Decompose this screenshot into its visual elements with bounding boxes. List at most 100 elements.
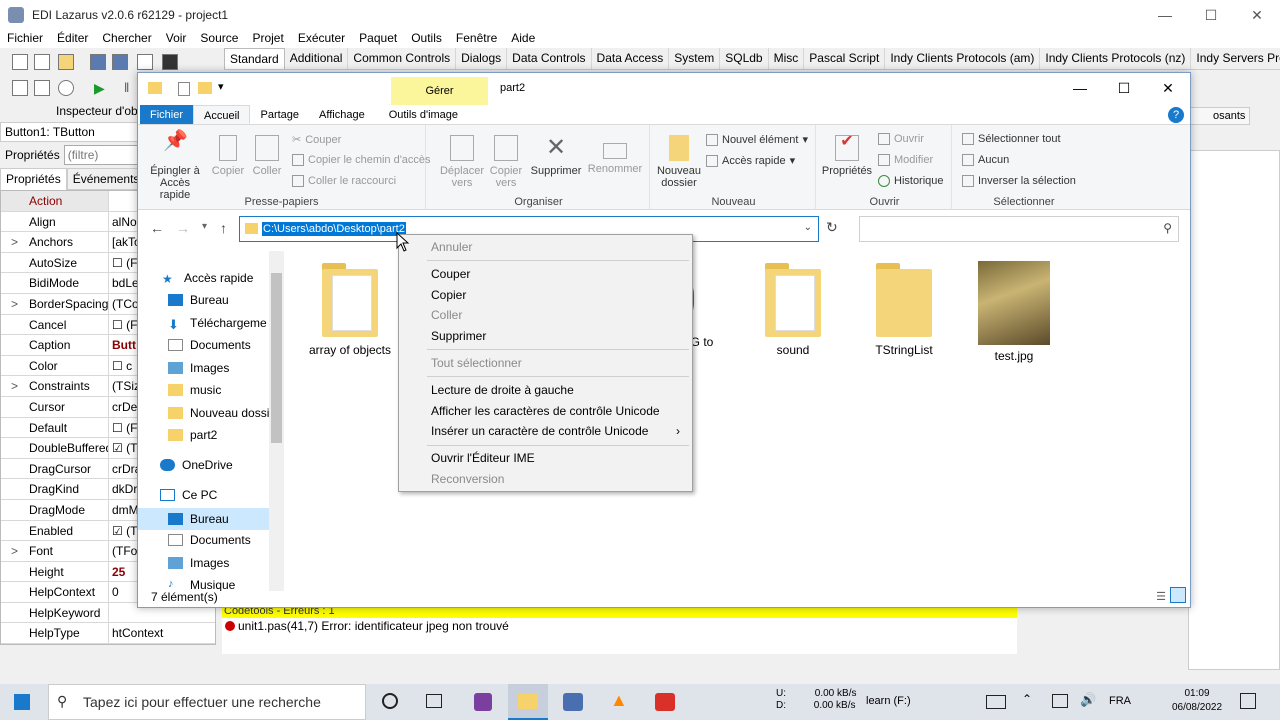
explorer-close-icon[interactable]: ✕ <box>1146 73 1190 103</box>
build-mode-icon[interactable] <box>58 80 74 96</box>
menu-aide[interactable]: Aide <box>504 30 542 48</box>
tab-indy-servers[interactable]: Indy Servers Protoco <box>1191 48 1280 69</box>
network-icon[interactable] <box>1052 694 1068 708</box>
tab-system[interactable]: System <box>669 48 721 69</box>
copy-to-button[interactable]: Copier vers <box>486 135 526 189</box>
recent-icon[interactable]: ▾ <box>202 221 207 232</box>
menu-ime-editor[interactable]: Ouvrir l'Éditeur IME <box>431 451 535 465</box>
tab-misc[interactable]: Misc <box>769 48 805 69</box>
paste-button[interactable]: Coller <box>250 135 284 177</box>
tab-indy-clients-nz[interactable]: Indy Clients Protocols (nz) <box>1040 48 1192 69</box>
paste-shortcut-button[interactable]: Coller le raccourci <box>292 175 396 187</box>
vlc-icon[interactable]: ▲ <box>610 690 628 711</box>
tab-outils-image[interactable]: Outils d'image <box>379 105 468 124</box>
tab-dialogs[interactable]: Dialogs <box>456 48 508 69</box>
tab-gerer[interactable]: Gérer <box>391 77 488 105</box>
unit-list-icon[interactable] <box>12 80 28 96</box>
clock[interactable]: 01:09 06/08/2022 <box>1168 687 1226 715</box>
nav-music[interactable]: music <box>168 383 221 397</box>
menu-executer[interactable]: Exécuter <box>291 30 352 48</box>
search-input[interactable]: ⚲ <box>859 216 1179 242</box>
copy-button[interactable]: Copier <box>210 135 246 177</box>
keyboard-icon[interactable] <box>986 695 1006 709</box>
details-view-icon[interactable]: ☰ <box>1156 589 1166 605</box>
rename-button[interactable]: Renommer <box>586 135 644 175</box>
help-icon[interactable]: ? <box>1168 107 1184 123</box>
menu-fenetre[interactable]: Fenêtre <box>449 30 504 48</box>
tab-data-access[interactable]: Data Access <box>592 48 670 69</box>
menu-couper[interactable]: Couper <box>431 267 470 281</box>
nav-bureau[interactable]: Bureau <box>168 293 229 307</box>
task-view-icon[interactable] <box>426 694 442 708</box>
toggle-form-icon[interactable] <box>137 54 153 70</box>
close-icon[interactable]: ✕ <box>1234 0 1280 30</box>
menu-copier[interactable]: Copier <box>431 288 466 302</box>
save-all-icon[interactable] <box>112 54 128 70</box>
move-to-button[interactable]: Déplacer vers <box>438 135 486 189</box>
nav-part2[interactable]: part2 <box>168 428 217 442</box>
filter-input[interactable]: (filtre) <box>63 145 140 165</box>
tab-common-controls[interactable]: Common Controls <box>348 48 457 69</box>
menu-fichier[interactable]: Fichier <box>0 30 50 48</box>
maximize-icon[interactable]: ☐ <box>1188 0 1234 30</box>
file-item[interactable]: test.jpg <box>964 261 1064 363</box>
windows-start-icon[interactable] <box>14 694 30 710</box>
error-message[interactable]: unit1.pas(41,7) Error: identificateur jp… <box>222 618 1017 634</box>
nav-documents[interactable]: Documents <box>168 338 251 352</box>
delete-button[interactable]: ✕ Supprimer <box>528 135 584 178</box>
taskbar-search[interactable]: ⚲ Tapez ici pour effectuer une recherche <box>48 684 366 720</box>
menu-annuler[interactable]: Annuler <box>431 240 472 254</box>
new-item-button[interactable]: Nouvel élément ▾ <box>706 133 808 146</box>
forward-icon[interactable]: → <box>176 220 190 236</box>
large-icons-view-icon[interactable] <box>1170 587 1186 603</box>
minimize-icon[interactable]: — <box>1142 0 1188 30</box>
menu-insert-unicode[interactable]: Insérer un caractère de contrôle Unicode <box>431 424 648 438</box>
invert-selection-button[interactable]: Inverser la sélection <box>962 175 1076 187</box>
menu-coller[interactable]: Coller <box>431 308 462 322</box>
tab-fichier[interactable]: Fichier <box>140 105 194 124</box>
save-icon[interactable] <box>90 54 106 70</box>
select-none-button[interactable]: Aucun <box>962 154 1009 166</box>
tab-pascal-script[interactable]: Pascal Script <box>804 48 886 69</box>
tab-affichage[interactable]: Affichage <box>309 105 375 124</box>
file-item[interactable]: TStringList <box>854 261 954 357</box>
menu-paquet[interactable]: Paquet <box>352 30 404 48</box>
file-item[interactable]: array of objects <box>300 261 400 357</box>
menu-supprimer[interactable]: Supprimer <box>431 329 486 343</box>
nav-downloads[interactable]: ⬇ Téléchargeme <box>168 316 267 332</box>
tab-indy-clients-am[interactable]: Indy Clients Protocols (am) <box>885 48 1041 69</box>
chevron-up-icon[interactable]: ⌃ <box>1022 692 1032 706</box>
nav-pc-documents[interactable]: Documents <box>168 533 251 547</box>
menu-voir[interactable]: Voir <box>159 30 194 48</box>
customize-qa-icon[interactable]: ▾ <box>218 80 224 93</box>
nav-pc-bureau[interactable]: Bureau <box>138 508 269 530</box>
open-icon[interactable] <box>58 54 74 70</box>
recorder-icon[interactable] <box>655 693 675 711</box>
cut-button[interactable]: ✂ Couper <box>292 133 341 147</box>
tab-standard[interactable]: Standard <box>224 48 285 69</box>
nav-quick-access[interactable]: ★ Accès rapide <box>162 271 253 286</box>
menu-reconversion[interactable]: Reconversion <box>431 472 504 486</box>
tab-sqldb[interactable]: SQLdb <box>720 48 769 69</box>
menu-source[interactable]: Source <box>193 30 245 48</box>
tab-accueil[interactable]: Accueil <box>193 105 251 124</box>
properties-button[interactable]: ✔ Propriétés <box>820 134 874 178</box>
explorer-maximize-icon[interactable]: ☐ <box>1102 73 1146 103</box>
menu-outils[interactable]: Outils <box>404 30 449 48</box>
new-folder-button[interactable]: Nouveau dossier <box>654 135 704 189</box>
tab-additional[interactable]: Additional <box>285 48 349 69</box>
nav-images[interactable]: Images <box>168 361 229 375</box>
menu-editer[interactable]: Éditer <box>50 30 95 48</box>
tab-partage[interactable]: Partage <box>250 105 309 124</box>
notifications-icon[interactable] <box>1240 693 1256 709</box>
tab-events[interactable]: Événements <box>66 168 146 190</box>
address-dropdown-icon[interactable]: ⌄ <box>804 222 812 233</box>
history-button[interactable]: Historique <box>878 175 944 187</box>
select-all-button[interactable]: Sélectionner tout <box>962 133 1061 145</box>
tab-data-controls[interactable]: Data Controls <box>507 48 592 69</box>
nav-scrollbar-thumb[interactable] <box>271 273 282 443</box>
explorer-minimize-icon[interactable]: — <box>1058 73 1102 103</box>
menu-tout-selectionner[interactable]: Tout sélectionner <box>431 356 522 370</box>
vs-icon[interactable] <box>474 693 492 711</box>
new-unit-icon[interactable] <box>12 54 28 70</box>
